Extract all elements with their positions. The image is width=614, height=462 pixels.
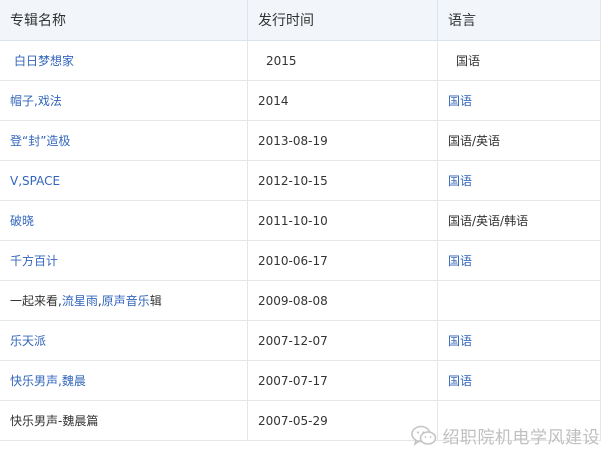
language-link[interactable]: 国语 [448,252,472,269]
table-row: 破晓 2011-10-10 国语/英语/韩语 [0,201,600,241]
table-row: 登“封”造极 2013-08-19 国语/英语 [0,121,600,161]
album-link[interactable]: 乐天派 [10,332,46,349]
album-link[interactable]: 快乐男声, [10,372,62,389]
table-row: 乐天派 2007-12-07 国语 [0,321,600,361]
header-release-date: 发行时间 [248,0,438,40]
release-date-cell: 2007-12-07 [248,321,438,360]
album-text: 快乐男声-魏晨篇 [10,414,99,428]
album-link[interactable]: 破晓 [10,212,34,229]
album-cell: 白日梦想家 [0,41,248,80]
album-cell: 一起来看, 流星雨, 原声音乐辑 [0,281,248,320]
table-header: 专辑名称 发行时间 语言 [0,0,600,41]
table-body: 白日梦想家 2015 国语 帽子,戏法 2014 国语 登“封”造极 2013-08-19 国语… [0,41,600,441]
language-cell: 国语 [438,81,599,120]
album-cell: 千方百计 [0,241,248,280]
release-date-cell: 2007-07-17 [248,361,438,400]
album-link[interactable]: 登“封”造极 [10,132,70,149]
album-cell: 快乐男声-魏晨篇 [0,401,248,440]
release-date-cell: 2012-10-15 [248,161,438,200]
wechat-icon [410,425,436,446]
language-link[interactable]: 国语 [448,372,472,389]
language-cell: 国语 [438,361,599,400]
header-album-name: 专辑名称 [0,0,248,40]
language-text: 国语 [456,54,481,68]
release-date-cell: 2007-05-29 [248,401,438,440]
release-date-cell: 2013-08-19 [248,121,438,160]
album-text: 一起来看, [10,294,62,308]
release-date-cell: 2010-06-17 [248,241,438,280]
album-link[interactable]: 帽子,戏法 [10,92,62,109]
release-date-cell: 2014 [248,81,438,120]
release-date-cell: 2009-08-08 [248,281,438,320]
language-link[interactable]: 国语 [448,172,472,189]
album-cell: 破晓 [0,201,248,240]
table-row: 帽子,戏法 2014 国语 [0,81,600,121]
language-cell: 国语/英语/韩语 [438,201,599,240]
album-link[interactable]: 原声音乐 [102,292,150,309]
language-cell: 国语 [438,41,599,80]
language-cell: 国语 [438,161,599,200]
language-text: 国语/英语/韩语 [448,214,529,228]
album-cell: 快乐男声, 魏晨 [0,361,248,400]
album-link[interactable]: 白日梦想家 [14,52,74,69]
language-text: 国语/英语 [448,134,501,148]
album-table: 专辑名称 发行时间 语言 白日梦想家 2015 国语 帽子,戏法 2014 国语 登“封”造… [0,0,601,441]
album-cell: 乐天派 [0,321,248,360]
album-cell: V,SPACE [0,161,248,200]
table-row: 白日梦想家 2015 国语 [0,41,600,81]
album-link[interactable]: 千方百计 [10,252,58,269]
release-date-cell: 2011-10-10 [248,201,438,240]
album-cell: 登“封”造极 [0,121,248,160]
language-cell: 国语/英语 [438,121,599,160]
language-link[interactable]: 国语 [448,332,472,349]
table-row: V,SPACE 2012-10-15 国语 [0,161,600,201]
language-cell: 国语 [438,321,599,360]
album-link[interactable]: 流星雨 [62,292,98,309]
table-row: 快乐男声, 魏晨 2007-07-17 国语 [0,361,600,401]
language-link[interactable]: 国语 [448,92,472,109]
watermark: 绍职院机电学风建设 [410,423,601,448]
language-cell: 国语 [438,241,599,280]
release-date-cell: 2015 [248,41,438,80]
table-row: 千方百计 2010-06-17 国语 [0,241,600,281]
album-link[interactable]: V,SPACE [10,174,60,188]
watermark-text: 绍职院机电学风建设 [442,428,600,448]
language-cell [438,281,599,320]
table-row: 一起来看, 流星雨, 原声音乐辑 2009-08-08 [0,281,600,321]
album-cell: 帽子,戏法 [0,81,248,120]
header-language: 语言 [448,13,476,29]
album-link[interactable]: 魏晨 [62,372,86,389]
album-text: 辑 [149,294,162,308]
